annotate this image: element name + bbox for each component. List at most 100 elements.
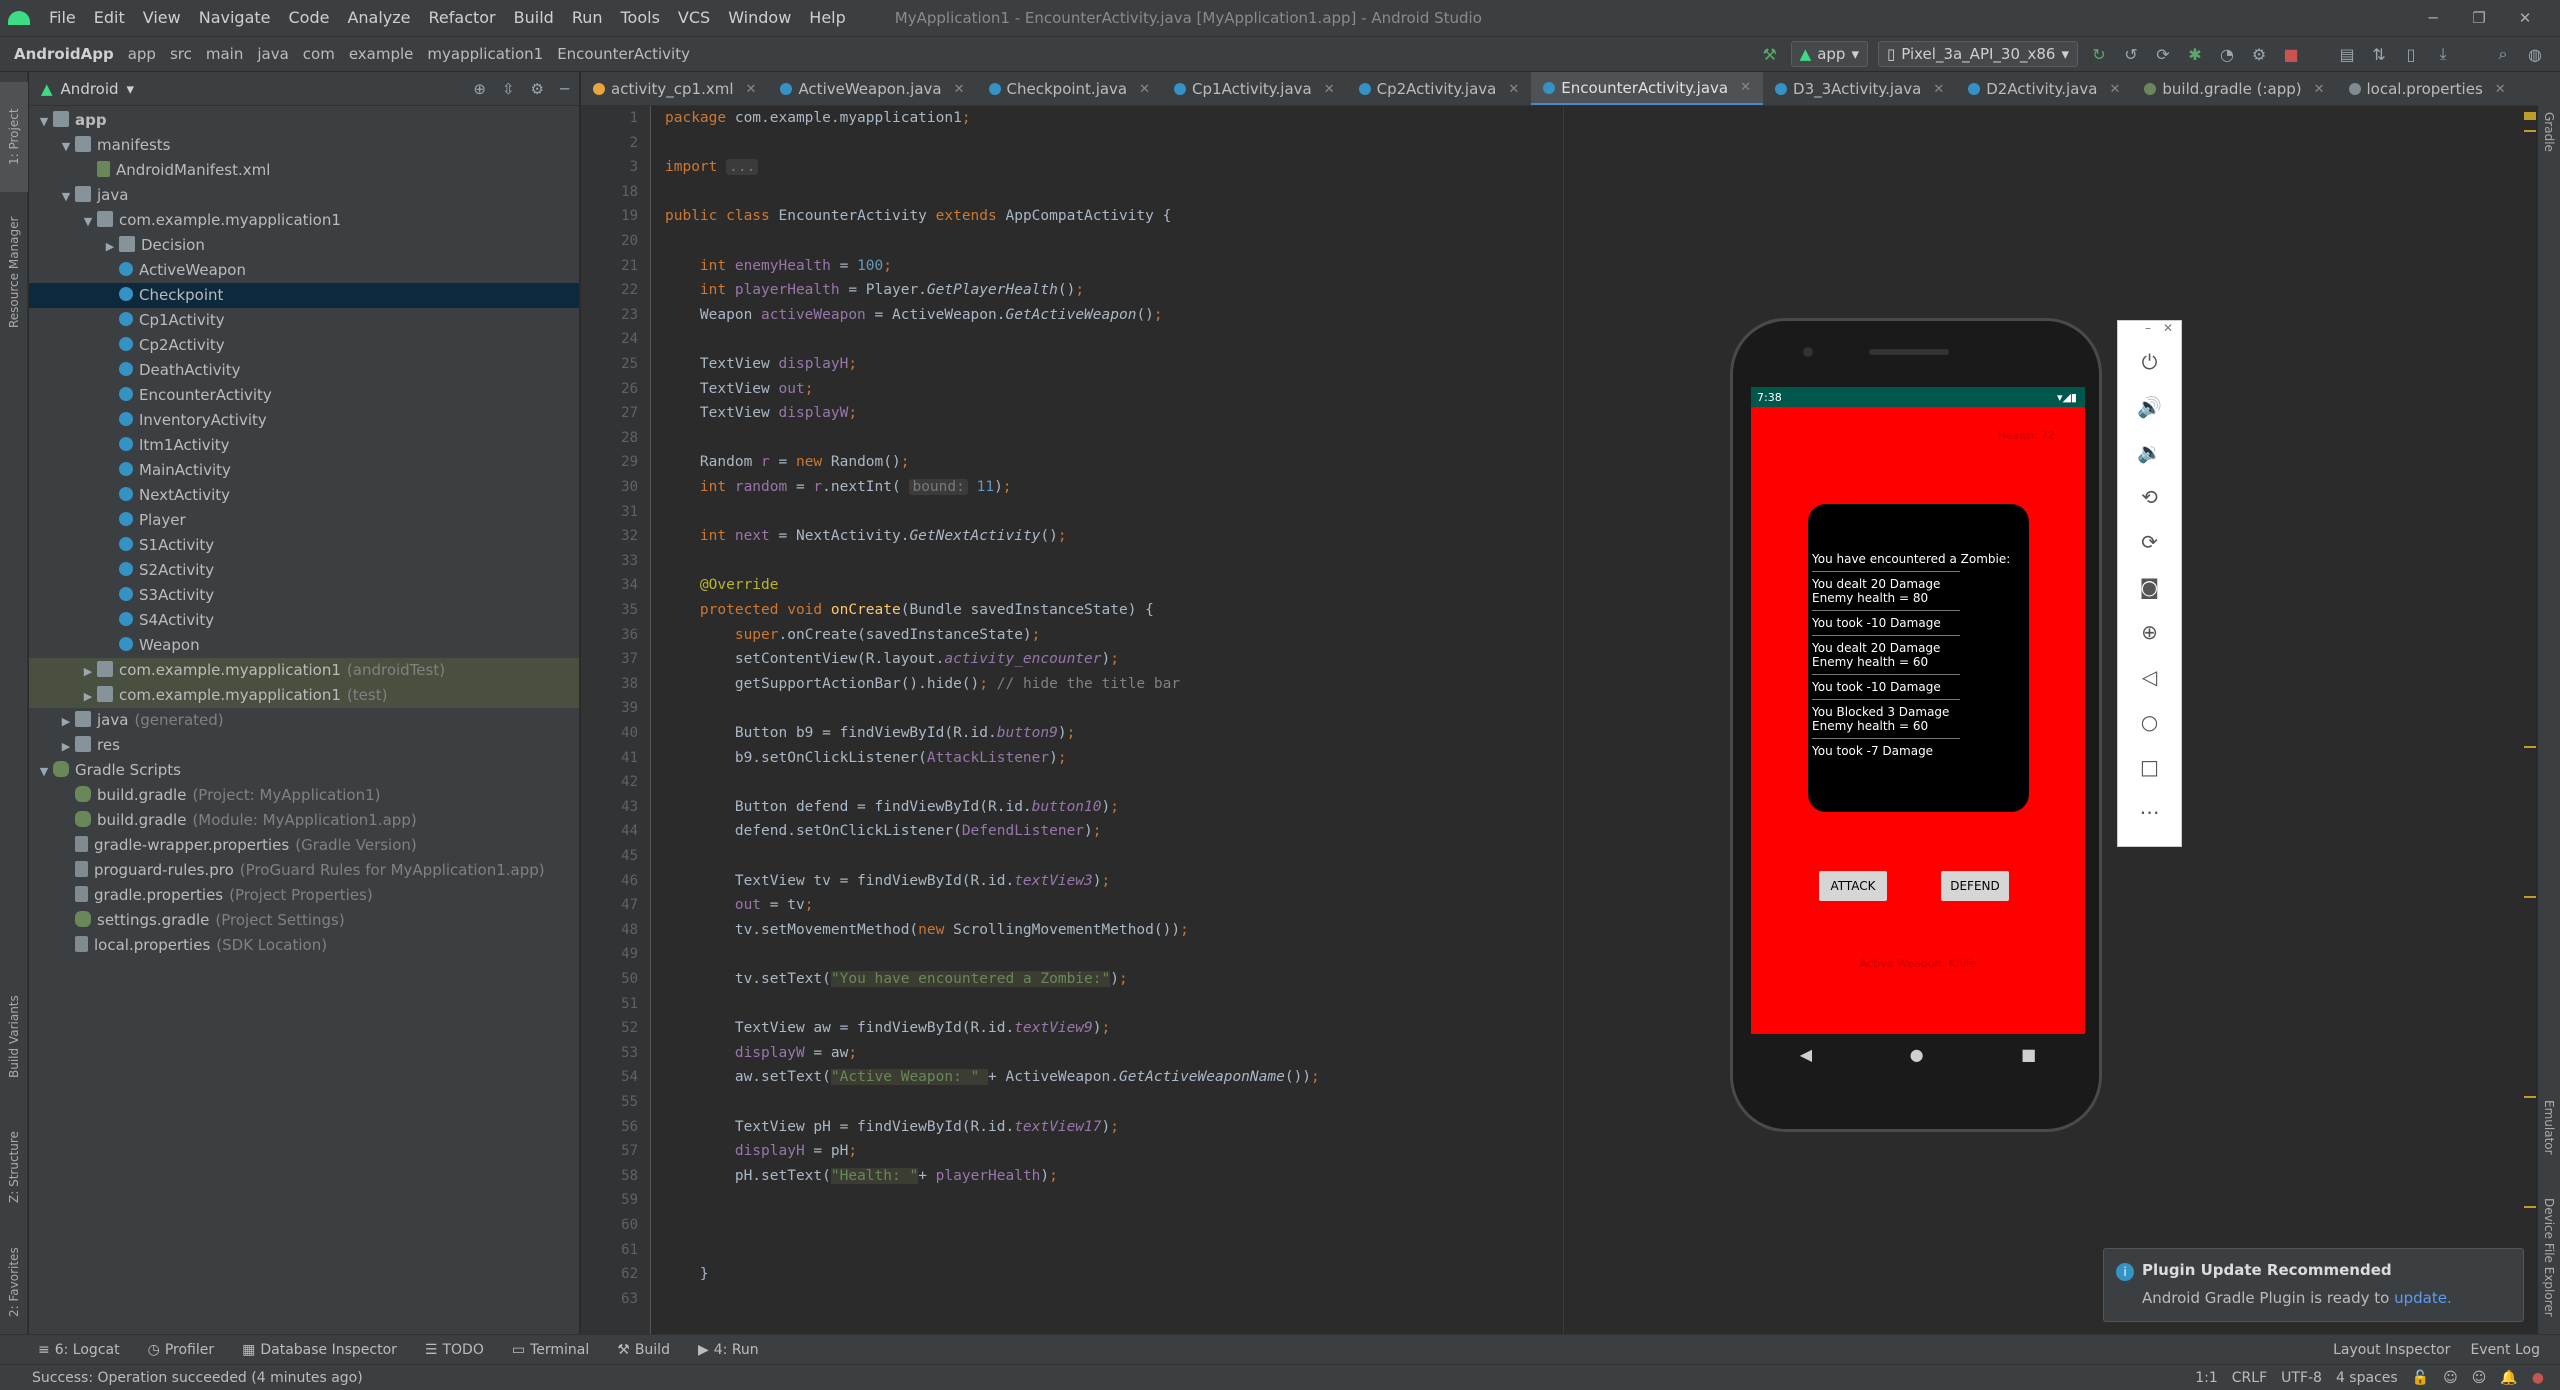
breadcrumb-item[interactable]: main: [192, 45, 243, 63]
tab-gradle[interactable]: Gradle: [2538, 92, 2560, 172]
tree-item[interactable]: ▼ app: [29, 108, 579, 133]
chevron-down-icon[interactable]: ▼: [59, 134, 73, 159]
tab-structure[interactable]: Z: Structure: [0, 1102, 28, 1232]
tree-item[interactable]: gradle.properties (Project Properties): [29, 883, 579, 908]
tree-item[interactable]: S3Activity: [29, 583, 579, 608]
code-editor[interactable]: 1 2 3 18 19 20 21 22 23 24 25 26 27 28 29 30 31 32 33 34 35 3…: [581, 106, 2538, 1334]
breadcrumb-item[interactable]: com: [289, 45, 335, 63]
menu-item-file[interactable]: File: [40, 0, 85, 36]
tool-window-profiler[interactable]: ◷ Profiler: [134, 1342, 229, 1358]
tree-item[interactable]: Weapon: [29, 633, 579, 658]
error-icon[interactable]: ●: [2532, 1370, 2544, 1386]
menu-item-refactor[interactable]: Refactor: [420, 0, 505, 36]
tree-item[interactable]: Checkpoint: [29, 283, 579, 308]
tree-item[interactable]: ▼ com.example.myapplication1: [29, 208, 579, 233]
editor-tab[interactable]: D3_3Activity.java ✕: [1763, 72, 1956, 105]
breadcrumb-item[interactable]: src: [156, 45, 192, 63]
close-icon[interactable]: ✕: [1740, 80, 1751, 95]
tree-item[interactable]: proguard-rules.pro (ProGuard Rules for My…: [29, 858, 579, 883]
caret-position[interactable]: 1:1: [2195, 1370, 2218, 1386]
breadcrumb-item[interactable]: EncounterActivity: [543, 45, 690, 63]
close-icon[interactable]: ✕: [2163, 321, 2173, 339]
tree-item[interactable]: ▶ res: [29, 733, 579, 758]
editor-tab[interactable]: Cp2Activity.java ✕: [1347, 72, 1532, 105]
chevron-down-icon[interactable]: ▼: [37, 109, 51, 134]
menu-item-code[interactable]: Code: [280, 0, 339, 36]
error-stripe[interactable]: [2522, 106, 2538, 1334]
menu-item-view[interactable]: View: [134, 0, 190, 36]
menu-item-tools[interactable]: Tools: [612, 0, 669, 36]
editor-tab[interactable]: EncounterActivity.java ✕: [1531, 72, 1764, 105]
marker[interactable]: [2524, 896, 2536, 898]
marker[interactable]: [2524, 746, 2536, 748]
breadcrumb-item[interactable]: AndroidApp: [0, 45, 114, 63]
menu-item-window[interactable]: Window: [719, 0, 800, 36]
tree-item[interactable]: Player: [29, 508, 579, 533]
close-icon[interactable]: ✕: [1139, 82, 1150, 97]
update-link[interactable]: update.: [2394, 1289, 2452, 1307]
memory-icon[interactable]: ☺: [2472, 1370, 2487, 1386]
indent-setting[interactable]: 4 spaces: [2336, 1370, 2398, 1386]
debug-icon[interactable]: ✱: [2184, 43, 2206, 65]
tree-item[interactable]: ▶ Decision: [29, 233, 579, 258]
tree-item[interactable]: ▼ Gradle Scripts: [29, 758, 579, 783]
tree-item[interactable]: EncounterActivity: [29, 383, 579, 408]
tree-item[interactable]: AndroidManifest.xml: [29, 158, 579, 183]
event-log-button[interactable]: Event Log: [2470, 1342, 2540, 1358]
chevron-right-icon[interactable]: ▶: [59, 734, 73, 759]
device-screen[interactable]: 7:38 ▾◢▮ Health: 72 You have encountered…: [1751, 387, 2085, 1034]
minimize-icon[interactable]: –: [2145, 321, 2151, 339]
more-icon[interactable]: ⋯: [2118, 789, 2181, 834]
close-icon[interactable]: ✕: [1324, 82, 1335, 97]
chevron-right-icon[interactable]: ▶: [81, 659, 95, 684]
project-structure-icon[interactable]: ▤: [2336, 43, 2358, 65]
project-view-select[interactable]: Android: [61, 80, 119, 98]
editor-tab[interactable]: local.properties ✕: [2337, 72, 2518, 105]
breadcrumb-item[interactable]: myapplication1: [413, 45, 543, 63]
close-icon[interactable]: ✕: [2502, 0, 2548, 36]
marker[interactable]: [2524, 130, 2536, 132]
menu-item-edit[interactable]: Edit: [85, 0, 134, 36]
volume-down-icon[interactable]: 🔉: [2118, 429, 2181, 474]
editor-tab[interactable]: ActiveWeapon.java ✕: [768, 72, 976, 105]
notification-icon[interactable]: 🔔: [2500, 1370, 2517, 1386]
profile-icon[interactable]: ◔: [2216, 43, 2238, 65]
close-icon[interactable]: ✕: [2109, 82, 2120, 97]
chevron-right-icon[interactable]: ▶: [59, 709, 73, 734]
screenshot-icon[interactable]: ◙: [2118, 564, 2181, 609]
tree-item[interactable]: Itm1Activity: [29, 433, 579, 458]
tree-item[interactable]: settings.gradle (Project Settings): [29, 908, 579, 933]
attack-button[interactable]: ATTACK: [1819, 871, 1887, 901]
rotate-right-icon[interactable]: ⟳: [2118, 519, 2181, 564]
close-icon[interactable]: ✕: [1933, 82, 1944, 97]
breadcrumb-item[interactable]: app: [114, 45, 156, 63]
stop-icon[interactable]: ■: [2280, 43, 2302, 65]
menu-item-run[interactable]: Run: [563, 0, 612, 36]
google-account-icon[interactable]: ◍: [2524, 43, 2546, 65]
editor-tab[interactable]: Cp1Activity.java ✕: [1162, 72, 1347, 105]
tree-item[interactable]: S1Activity: [29, 533, 579, 558]
apply-code-icon[interactable]: ⟳: [2152, 43, 2174, 65]
device-select[interactable]: ▯ Pixel_3a_API_30_x86 ▾: [1877, 41, 2078, 67]
chevron-down-icon[interactable]: ▼: [37, 759, 51, 784]
chevron-down-icon[interactable]: ▼: [81, 209, 95, 234]
tree-item[interactable]: build.gradle (Module: MyApplication1.app): [29, 808, 579, 833]
overview-icon[interactable]: □: [2118, 744, 2181, 789]
back-icon[interactable]: ◁: [2118, 654, 2181, 699]
tool-window--logcat[interactable]: ≡ 6: Logcat: [24, 1342, 134, 1358]
defend-button[interactable]: DEFEND: [1941, 871, 2009, 901]
tool-window-build[interactable]: ⚒ Build: [603, 1342, 684, 1358]
home-icon[interactable]: ●: [1910, 1045, 1924, 1064]
tree-item[interactable]: ActiveWeapon: [29, 258, 579, 283]
close-icon[interactable]: ✕: [746, 82, 757, 97]
chevron-down-icon[interactable]: ▾: [127, 80, 135, 98]
close-icon[interactable]: ✕: [1508, 82, 1519, 97]
breadcrumb-item[interactable]: example: [335, 45, 414, 63]
tree-item[interactable]: ▼ manifests: [29, 133, 579, 158]
gradle-sync-icon[interactable]: ⇅: [2368, 43, 2390, 65]
tab-build-variants[interactable]: Build Variants: [0, 972, 28, 1102]
tool-window-database-inspector[interactable]: ▦ Database Inspector: [228, 1342, 411, 1358]
tree-item[interactable]: ▼ java: [29, 183, 579, 208]
breadcrumb-item[interactable]: java: [243, 45, 288, 63]
tree-item[interactable]: build.gradle (Project: MyApplication1): [29, 783, 579, 808]
